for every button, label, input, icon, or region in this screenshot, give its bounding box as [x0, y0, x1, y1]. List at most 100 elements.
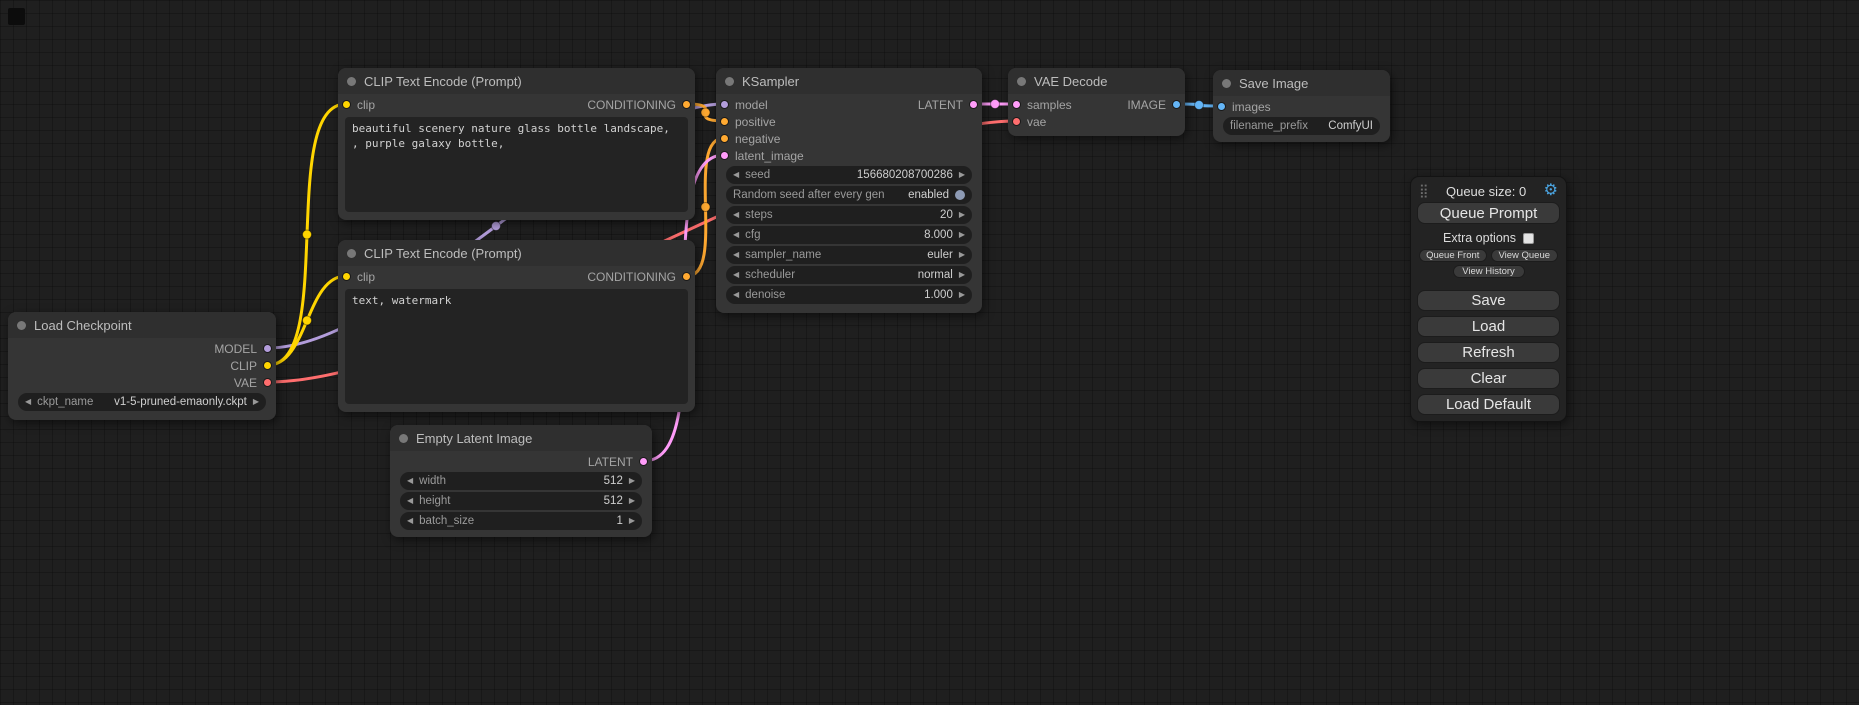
- clear-button[interactable]: Clear: [1417, 368, 1560, 389]
- link-midpoint-dot[interactable]: [701, 108, 710, 117]
- drag-handle-icon[interactable]: ⣿: [1419, 183, 1429, 199]
- collapse-dot[interactable]: [347, 249, 356, 258]
- increment-arrow-icon[interactable]: ▶: [629, 477, 635, 485]
- node-body: images filename_prefix ComfyUI: [1213, 96, 1390, 142]
- decrement-arrow-icon[interactable]: ◀: [407, 477, 413, 485]
- node-empty-latent-image[interactable]: Empty Latent Image LATENT ◀ width 512 ▶ …: [390, 425, 652, 537]
- node-title-bar[interactable]: KSampler: [716, 68, 982, 94]
- widget-value: 512: [604, 495, 623, 507]
- decrement-arrow-icon[interactable]: ◀: [733, 251, 739, 259]
- scheduler-widget[interactable]: ◀ scheduler normal ▶: [726, 266, 972, 284]
- node-title-bar[interactable]: VAE Decode: [1008, 68, 1185, 94]
- collapse-dot[interactable]: [399, 434, 408, 443]
- conditioning-output-dot[interactable]: [682, 272, 691, 281]
- model-input-dot[interactable]: [720, 100, 729, 109]
- widget-label: scheduler: [745, 269, 795, 281]
- increment-arrow-icon[interactable]: ▶: [253, 398, 259, 406]
- queue-front-button[interactable]: Queue Front: [1419, 249, 1487, 262]
- node-title-bar[interactable]: CLIP Text Encode (Prompt): [338, 68, 695, 94]
- positive-input-dot[interactable]: [720, 117, 729, 126]
- node-title-bar[interactable]: Empty Latent Image: [390, 425, 652, 451]
- cfg-widget[interactable]: ◀ cfg 8.000 ▶: [726, 226, 972, 244]
- image-output-dot[interactable]: [1172, 100, 1181, 109]
- link-midpoint-dot[interactable]: [1195, 101, 1204, 110]
- view-history-button[interactable]: View History: [1453, 265, 1525, 278]
- vae-input-dot[interactable]: [1012, 117, 1021, 126]
- collapse-dot[interactable]: [1222, 79, 1231, 88]
- increment-arrow-icon[interactable]: ▶: [959, 171, 965, 179]
- node-title-bar[interactable]: Save Image: [1213, 70, 1390, 96]
- node-title-bar[interactable]: CLIP Text Encode (Prompt): [338, 240, 695, 266]
- clip-output-dot[interactable]: [263, 361, 272, 370]
- save-button[interactable]: Save: [1417, 290, 1560, 311]
- node-clip-text-encode-negative[interactable]: CLIP Text Encode (Prompt) clip CONDITION…: [338, 240, 695, 412]
- decrement-arrow-icon[interactable]: ◀: [407, 517, 413, 525]
- decrement-arrow-icon[interactable]: ◀: [733, 211, 739, 219]
- increment-arrow-icon[interactable]: ▶: [629, 517, 635, 525]
- link-midpoint-dot[interactable]: [303, 230, 312, 239]
- negative-input-dot[interactable]: [720, 134, 729, 143]
- decrement-arrow-icon[interactable]: ◀: [733, 271, 739, 279]
- model-output-dot[interactable]: [263, 344, 272, 353]
- ckpt-name-widget[interactable]: ◀ ckpt_name v1-5-pruned-emaonly.ckpt ▶: [18, 393, 266, 411]
- node-body: model LATENT positive negative: [716, 94, 982, 313]
- graph-canvas[interactable]: Load Checkpoint MODEL CLIP VAE: [0, 0, 1859, 705]
- extra-options-checkbox[interactable]: [1523, 233, 1534, 244]
- sampler-name-widget[interactable]: ◀ sampler_name euler ▶: [726, 246, 972, 264]
- increment-arrow-icon[interactable]: ▶: [959, 271, 965, 279]
- node-clip-text-encode-positive[interactable]: CLIP Text Encode (Prompt) clip CONDITION…: [338, 68, 695, 220]
- random-seed-toggle[interactable]: Random seed after every gen enabled: [726, 186, 972, 204]
- node-save-image[interactable]: Save Image images filename_prefix ComfyU…: [1213, 70, 1390, 142]
- node-ksampler[interactable]: KSampler model LATENT positive: [716, 68, 982, 313]
- conditioning-output-dot[interactable]: [682, 100, 691, 109]
- clip-input-dot[interactable]: [342, 100, 351, 109]
- node-title-bar[interactable]: Load Checkpoint: [8, 312, 276, 338]
- decrement-arrow-icon[interactable]: ◀: [733, 171, 739, 179]
- decrement-arrow-icon[interactable]: ◀: [407, 497, 413, 505]
- batch-size-widget[interactable]: ◀ batch_size 1 ▶: [400, 512, 642, 530]
- denoise-widget[interactable]: ◀ denoise 1.000 ▶: [726, 286, 972, 304]
- increment-arrow-icon[interactable]: ▶: [629, 497, 635, 505]
- latent-image-input-dot[interactable]: [720, 151, 729, 160]
- collapse-dot[interactable]: [1017, 77, 1026, 86]
- latent-output-dot[interactable]: [639, 457, 648, 466]
- latent-output-dot[interactable]: [969, 100, 978, 109]
- increment-arrow-icon[interactable]: ▶: [959, 231, 965, 239]
- samples-input-dot[interactable]: [1012, 100, 1021, 109]
- filename-prefix-widget[interactable]: filename_prefix ComfyUI: [1223, 117, 1380, 135]
- collapse-dot[interactable]: [17, 321, 26, 330]
- decrement-arrow-icon[interactable]: ◀: [733, 231, 739, 239]
- link-midpoint-dot[interactable]: [701, 203, 710, 212]
- node-vae-decode[interactable]: VAE Decode samples IMAGE vae: [1008, 68, 1185, 136]
- steps-widget[interactable]: ◀ steps 20 ▶: [726, 206, 972, 224]
- load-default-button[interactable]: Load Default: [1417, 394, 1560, 415]
- seed-widget[interactable]: ◀ seed 156680208700286 ▶: [726, 166, 972, 184]
- vae-output-dot[interactable]: [263, 378, 272, 387]
- toggle-knob[interactable]: [955, 190, 965, 200]
- increment-arrow-icon[interactable]: ▶: [959, 251, 965, 259]
- load-button[interactable]: Load: [1417, 316, 1560, 337]
- node-load-checkpoint[interactable]: Load Checkpoint MODEL CLIP VAE: [8, 312, 276, 420]
- increment-arrow-icon[interactable]: ▶: [959, 291, 965, 299]
- view-queue-button[interactable]: View Queue: [1491, 249, 1559, 262]
- collapse-dot[interactable]: [725, 77, 734, 86]
- increment-arrow-icon[interactable]: ▶: [959, 211, 965, 219]
- prompt-text-area[interactable]: beautiful scenery nature glass bottle la…: [345, 117, 688, 212]
- widget-value: 512: [604, 475, 623, 487]
- slot-label: model: [735, 98, 768, 112]
- link-midpoint-dot[interactable]: [492, 221, 501, 230]
- decrement-arrow-icon[interactable]: ◀: [25, 398, 31, 406]
- refresh-button[interactable]: Refresh: [1417, 342, 1560, 363]
- collapse-dot[interactable]: [347, 77, 356, 86]
- link-midpoint-dot[interactable]: [991, 100, 1000, 109]
- images-input-dot[interactable]: [1217, 102, 1226, 111]
- history-row: View History: [1419, 265, 1558, 278]
- queue-prompt-button[interactable]: Queue Prompt: [1417, 202, 1560, 224]
- width-widget[interactable]: ◀ width 512 ▶: [400, 472, 642, 490]
- link-midpoint-dot[interactable]: [303, 316, 312, 325]
- settings-gear-icon[interactable]: ⚙: [1544, 183, 1558, 199]
- clip-input-dot[interactable]: [342, 272, 351, 281]
- height-widget[interactable]: ◀ height 512 ▶: [400, 492, 642, 510]
- prompt-text-area[interactable]: text, watermark: [345, 289, 688, 404]
- decrement-arrow-icon[interactable]: ◀: [733, 291, 739, 299]
